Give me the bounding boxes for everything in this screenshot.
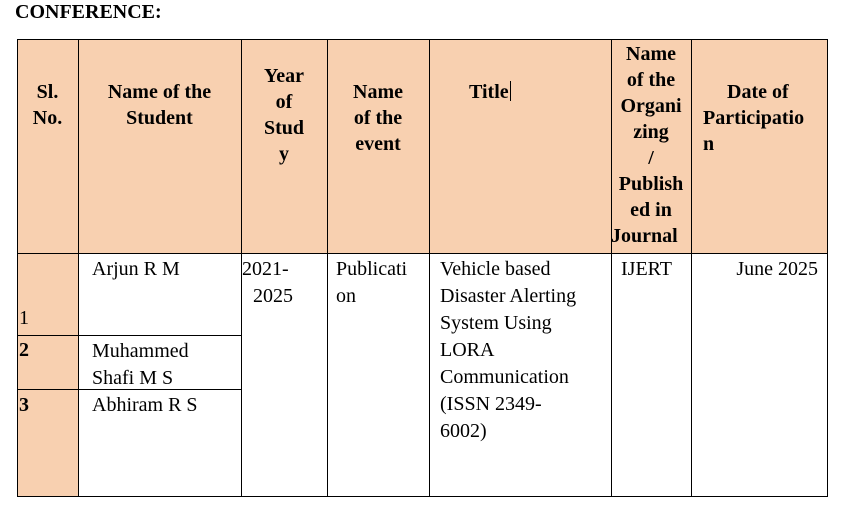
sl-column-bg	[17, 253, 78, 497]
header-event-name: Name of the event	[327, 79, 429, 157]
row-2-student: Muhammed Shafi M S	[92, 340, 189, 389]
row-1-sl: 1	[19, 307, 29, 329]
header-year-of-study: Year of Stud y	[241, 63, 327, 167]
border-header-bottom	[17, 253, 828, 254]
header-date: Date of Participatio n	[691, 79, 828, 157]
event-name-value: Publicati on	[336, 258, 408, 307]
border-bottom	[17, 496, 828, 497]
border-left	[17, 39, 18, 497]
date-value: June 2025	[736, 258, 818, 280]
organizer-value: IJERT	[621, 258, 673, 280]
header-title: Title	[429, 79, 611, 105]
row-3-student: Abhiram R S	[92, 394, 198, 416]
header-sl-no: Sl. No.	[17, 79, 78, 131]
border-row-1-bottom	[17, 335, 241, 336]
border-top	[17, 39, 828, 40]
row-3-sl: 3	[19, 394, 29, 416]
paper-title-value: Vehicle based Disaster Alerting System Usi…	[440, 258, 577, 442]
border-row-2-bottom	[17, 389, 241, 390]
border-col-1	[78, 39, 79, 497]
header-organizer: Name of the Organi zing / Publish ed in Jou…	[611, 41, 691, 249]
conference-table: Sl. No. Name of the Student Year of Stud y N…	[17, 39, 828, 497]
border-col-5	[611, 39, 612, 497]
border-right	[827, 39, 828, 497]
row-2-sl: 2	[19, 339, 29, 361]
border-col-6	[691, 39, 692, 497]
border-col-4	[429, 39, 430, 497]
text-cursor	[509, 81, 511, 101]
row-1-student: Arjun R M	[92, 258, 180, 280]
year-of-study-value: 2021- 2025	[242, 258, 293, 307]
section-heading: CONFERENCE:	[15, 1, 162, 23]
border-col-2	[241, 39, 242, 497]
header-student-name: Name of the Student	[78, 79, 241, 131]
border-col-3	[327, 39, 328, 497]
